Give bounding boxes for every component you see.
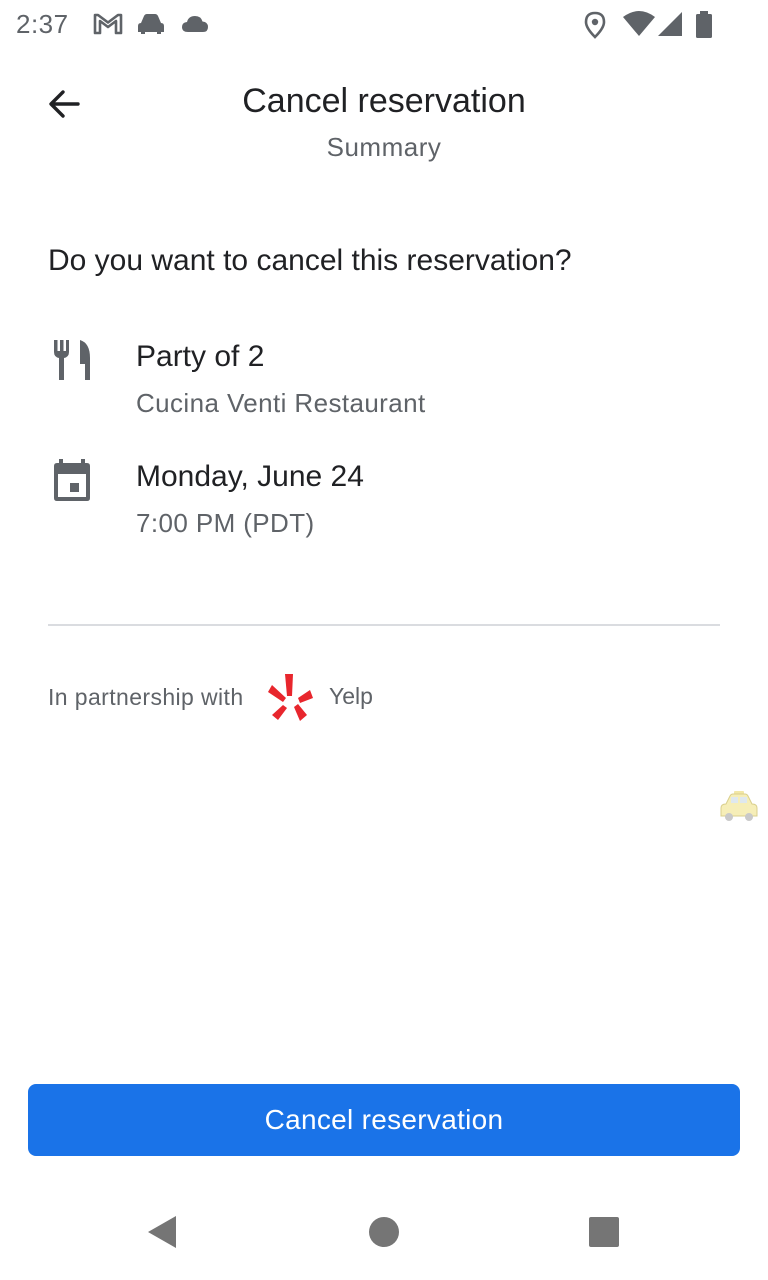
divider (48, 624, 720, 626)
wifi-icon (622, 10, 656, 43)
page-subtitle: Summary (326, 132, 442, 162)
battery-icon (694, 10, 714, 45)
cancel-reservation-label: Cancel reservation (264, 1104, 504, 1135)
party-size: Party of 2 (136, 340, 265, 373)
location-icon (582, 10, 608, 45)
nav-recents-icon[interactable] (588, 1216, 620, 1253)
status-time: 2:37 (16, 9, 69, 39)
reservation-date: Monday, June 24 (136, 460, 364, 493)
cancel-question: Do you want to cancel this reservation? (48, 244, 572, 277)
restaurant-icon (48, 336, 96, 384)
yelp-logo-icon (266, 672, 314, 724)
gmail-icon (92, 10, 124, 43)
partner-name: Yelp (329, 683, 373, 709)
calendar-icon (48, 456, 96, 504)
partnership-text: In partnership with (48, 684, 244, 710)
cancel-reservation-button[interactable]: Cancel reservation (28, 1084, 740, 1156)
screen: 2:37 Cancel reservation Summary Do you w… (0, 0, 768, 1280)
reservation-time: 7:00 PM (PDT) (136, 508, 315, 538)
car-icon (136, 10, 166, 43)
status-bar: 2:37 (0, 0, 768, 48)
nav-back-icon[interactable] (144, 1212, 180, 1257)
cloud-icon (180, 10, 210, 43)
taxi-icon[interactable] (718, 790, 760, 824)
restaurant-name: Cucina Venti Restaurant (136, 388, 426, 418)
nav-home-icon[interactable] (368, 1216, 400, 1253)
page-title: Cancel reservation (242, 82, 526, 120)
nav-bar (0, 1184, 768, 1280)
signal-icon (656, 10, 684, 43)
